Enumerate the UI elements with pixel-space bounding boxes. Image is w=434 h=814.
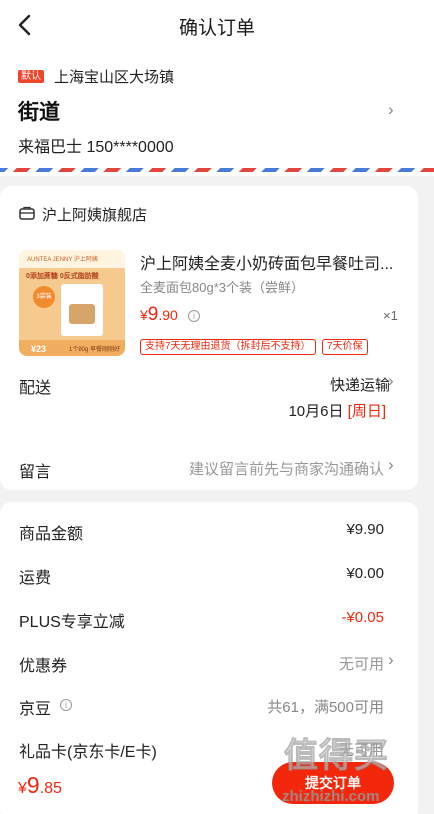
product-image[interactable]: AUNTEA JENNY 沪上阿姨 0添加蔗糖 0反式脂肪酸 3袋装 ¥23 1… [19, 250, 125, 356]
address-region: 上海宝山区大场镇 [54, 69, 175, 86]
default-address-tag: 默认 [18, 70, 44, 83]
product-quantity: ×1 [383, 308, 398, 323]
shop-card: 沪上阿姨旗舰店 AUNTEA JENNY 沪上阿姨 0添加蔗糖 0反式脂肪酸 3… [0, 186, 418, 490]
shop-icon [19, 206, 35, 220]
product-price: ¥9.90 [140, 304, 178, 325]
price-info-icon[interactable]: i [188, 310, 200, 322]
coupon-value[interactable]: 无可用 [339, 653, 384, 674]
chevron-right-icon: › [388, 455, 394, 474]
jingdou-label: 京豆 [19, 701, 52, 718]
chevron-right-icon: › [388, 100, 394, 119]
chevron-right-icon: › [388, 371, 394, 390]
return-policy-badge: 支持7天无理由退货（拆封后不支持） [140, 339, 316, 355]
page-title: 确认订单 [178, 18, 255, 39]
delivery-date: 10月6日 [周日] [288, 403, 386, 420]
address-card[interactable]: 默认 上海宝山区大场镇 街道 › 来福巴士 150****0000 [0, 50, 434, 176]
delivery-method[interactable]: 快递运输 [330, 374, 390, 395]
envelope-stripe [0, 168, 434, 172]
plus-discount-value: -¥0.05 [341, 609, 384, 626]
freight-value: ¥0.00 [346, 565, 384, 582]
product-spec[interactable]: 全麦面包80g*3个装（尝鲜） [140, 277, 304, 296]
coupon-label: 优惠券 [19, 658, 68, 675]
message-label: 留言 [19, 464, 52, 481]
goods-amount-value: ¥9.90 [346, 521, 384, 538]
watermark-logo: 值得买 [284, 737, 389, 776]
address-street: 街道 [18, 101, 60, 124]
total-price: ¥9.85 [18, 772, 62, 798]
delivery-label: 配送 [19, 380, 52, 397]
message-input[interactable]: 建议留言前先与商家沟通确认 [189, 458, 384, 479]
watermark-site: zhizhizhi.com [282, 788, 380, 805]
plus-discount-label: PLUS专享立减 [19, 614, 125, 631]
shop-name[interactable]: 沪上阿姨旗舰店 [42, 204, 147, 225]
product-name[interactable]: 沪上阿姨全麦小奶砖面包早餐吐司... [140, 250, 400, 274]
giftcard-label: 礼品卡(京东卡/E卡) [19, 744, 157, 761]
goods-amount-label: 商品金额 [19, 526, 84, 543]
freight-label: 运费 [19, 570, 52, 587]
address-contact: 来福巴士 150****0000 [18, 139, 174, 156]
price-protect-badge: 7天价保 [322, 339, 368, 355]
top-bar: 确认订单 [0, 0, 434, 50]
chevron-right-icon: › [388, 650, 394, 669]
jingdou-value[interactable]: 共61，满500可用 [267, 696, 384, 717]
jingdou-info-icon[interactable]: i [60, 699, 72, 711]
